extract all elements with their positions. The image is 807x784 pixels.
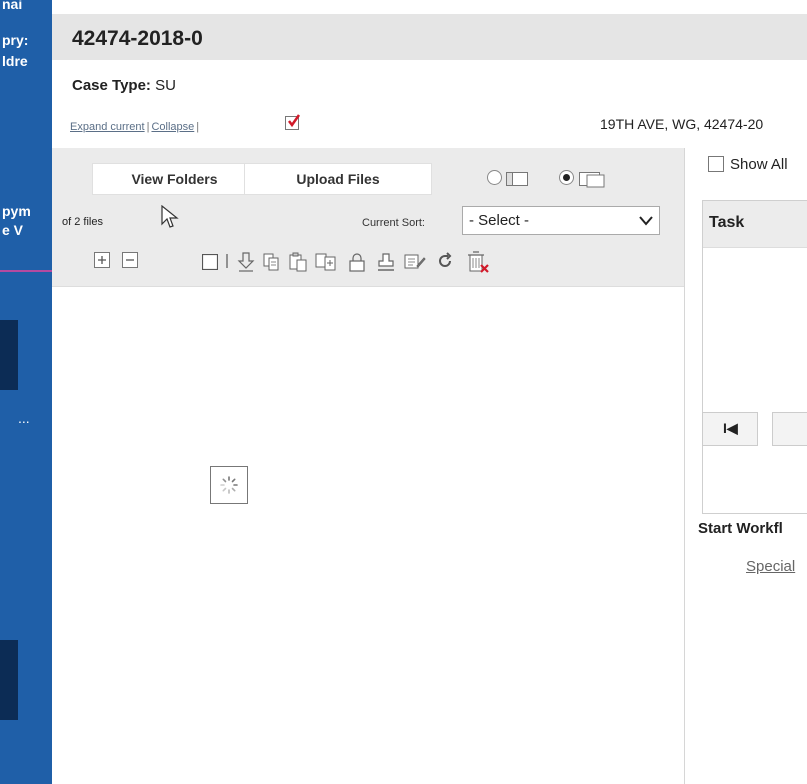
task-column-header: Task: [709, 214, 745, 231]
sidebar-dark-band: [0, 320, 18, 390]
paste-icon[interactable]: [288, 252, 308, 272]
loading-spinner-icon: [220, 476, 238, 494]
expand-current-link[interactable]: Expand current: [70, 121, 145, 133]
stamp-icon[interactable]: [376, 252, 396, 272]
refresh-icon[interactable]: [436, 252, 454, 270]
sort-row: of 2 files Current Sort: - Select -: [52, 200, 684, 242]
layout-radio-single[interactable]: [487, 170, 502, 185]
download-icon[interactable]: [237, 252, 255, 272]
current-sort-label: Current Sort:: [362, 217, 425, 229]
select-all-checkbox[interactable]: [202, 254, 218, 270]
split-pane-layout-icon: [579, 172, 605, 188]
file-panel: View Folders Upload Files of 2 files Cur…: [52, 148, 685, 784]
links-row: Expand current | Collapse | 19TH AVE, WG, 4…: [52, 104, 807, 146]
task-table: Task: [702, 200, 807, 514]
previous-page-button[interactable]: [772, 412, 807, 446]
file-count-text: of 2 files: [62, 216, 103, 228]
red-check-icon: [288, 114, 301, 128]
single-pane-layout-icon: [506, 172, 528, 186]
sidebar-divider: [0, 270, 52, 272]
first-page-button[interactable]: I◀: [702, 412, 758, 446]
sidebar-dark-band: [0, 640, 18, 720]
sidebar-fragment: ...: [18, 410, 30, 426]
dialog-title-bar: 42474-2018-0: [52, 14, 807, 60]
sidebar-fragment: pry:: [2, 32, 29, 48]
loading-spinner: [210, 466, 248, 504]
flag-checkbox[interactable]: [285, 114, 301, 130]
mouse-pointer-icon: [161, 205, 179, 228]
sort-selected-value: - Select -: [469, 212, 530, 229]
sidebar-fragment: nai: [2, 0, 23, 12]
special-workflow-link[interactable]: Special: [746, 558, 795, 575]
collapse-all-icon[interactable]: [122, 252, 138, 268]
layout-radio-split[interactable]: [559, 170, 574, 185]
toolbar-divider: [226, 254, 228, 268]
copy-icon[interactable]: [262, 252, 280, 272]
collapse-link[interactable]: Collapse: [151, 121, 194, 133]
chevron-down-icon: [639, 216, 653, 226]
upload-files-button[interactable]: Upload Files: [244, 163, 432, 195]
delete-icon[interactable]: [466, 250, 490, 274]
show-all-checkbox[interactable]: [708, 156, 724, 172]
expand-all-icon[interactable]: [94, 252, 110, 268]
start-workflow-label: Start Workfl: [698, 520, 783, 537]
first-page-icon: I◀: [723, 420, 738, 436]
lock-icon[interactable]: [348, 252, 366, 272]
sidebar-fragment: e V: [2, 222, 24, 238]
link-separator: |: [196, 121, 200, 133]
merge-icon[interactable]: [315, 252, 337, 272]
edit-icon[interactable]: [404, 252, 426, 272]
view-folders-button[interactable]: View Folders: [92, 163, 257, 195]
case-number-title: 42474-2018-0: [72, 27, 203, 50]
case-type-label: Case Type:: [72, 77, 151, 94]
show-all-label: Show All: [730, 156, 788, 173]
sort-select[interactable]: - Select -: [462, 206, 660, 235]
background-app-sidebar: nai pry: ldre pym e V ...: [0, 0, 52, 784]
file-toolbar: [52, 242, 684, 287]
address-text: 19TH AVE, WG, 42474-20: [600, 116, 764, 132]
task-table-header: Task: [703, 201, 807, 248]
sidebar-fragment: ldre: [2, 53, 28, 69]
case-type-row: Case Type: SU: [72, 77, 176, 94]
file-button-row: View Folders Upload Files: [52, 148, 684, 200]
case-dialog: 42474-2018-0 Case Type: SU Expand curren…: [52, 0, 807, 784]
case-type-value: SU: [155, 77, 176, 94]
sidebar-fragment: pym: [2, 203, 31, 219]
task-panel: Show All Task I◀ Start Workfl Special: [686, 148, 807, 784]
